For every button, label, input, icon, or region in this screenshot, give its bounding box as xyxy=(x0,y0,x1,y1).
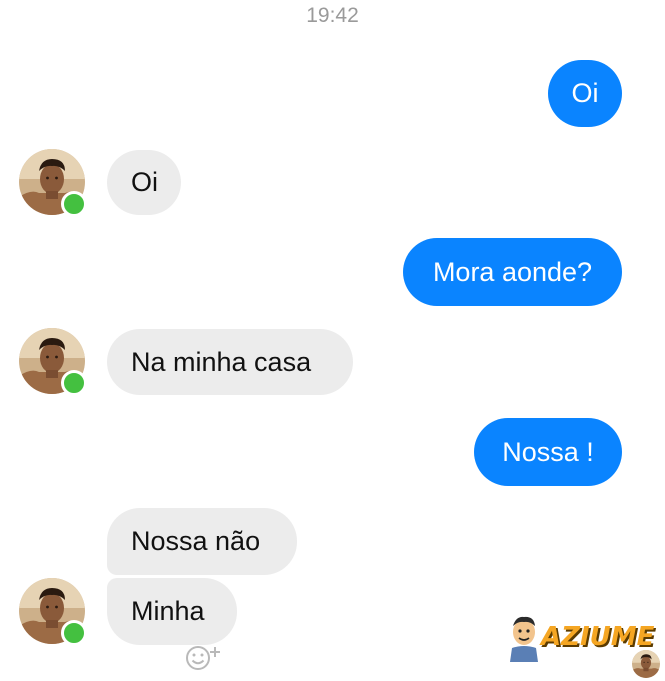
timestamp: 19:42 xyxy=(306,4,359,27)
message-bubble-outgoing[interactable]: Mora aonde? xyxy=(403,238,622,306)
message-bubble-incoming[interactable]: Oi xyxy=(107,150,181,215)
message-bubble-incoming[interactable]: Na minha casa xyxy=(107,329,353,395)
online-status-dot xyxy=(61,370,87,396)
contact-avatar[interactable] xyxy=(19,328,87,396)
message-bubble-outgoing[interactable]: Oi xyxy=(548,60,622,127)
chat-screen: 19:42 Oi Oi Mora aonde? Na minha casa No… xyxy=(0,0,665,681)
smiley-add-icon xyxy=(186,646,220,670)
online-status-dot xyxy=(61,191,87,217)
small-avatar-icon xyxy=(632,650,660,678)
mascot-icon xyxy=(510,616,538,662)
message-bubble-outgoing[interactable]: Nossa ! xyxy=(474,418,622,486)
message-bubble-incoming[interactable]: Nossa não xyxy=(107,508,297,575)
watermark-text: AZIUME xyxy=(541,622,655,652)
online-status-dot xyxy=(61,620,87,646)
contact-avatar[interactable] xyxy=(19,578,87,646)
watermark-logo: AZIUME xyxy=(504,614,660,678)
contact-avatar[interactable] xyxy=(19,149,87,217)
message-bubble-incoming[interactable]: Minha xyxy=(107,578,237,645)
add-reaction-button[interactable] xyxy=(184,642,234,672)
